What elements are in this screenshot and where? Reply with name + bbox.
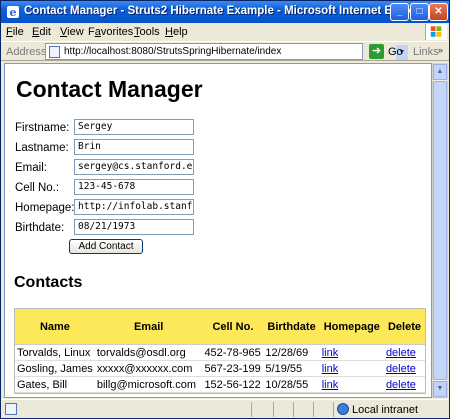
- column-header-name: Name: [15, 309, 95, 345]
- menu-bar: File Edit View Favorites Tools Help: [1, 23, 449, 41]
- table-row: Torvalds, Linux torvalds@osdl.org 452-78…: [15, 345, 425, 361]
- contact-email: billg@microsoft.com: [94, 377, 203, 393]
- menu-edit[interactable]: Edit: [32, 26, 51, 38]
- contact-name: Torvalds, Linux: [15, 345, 95, 361]
- vertical-scrollbar[interactable]: ▲ ▼: [432, 63, 448, 398]
- address-bar: Address http://localhost:8080/StrutsSpri…: [1, 41, 449, 61]
- contact-cell: 452-78-965: [202, 345, 264, 361]
- menu-view[interactable]: View: [60, 26, 84, 38]
- homepage-link[interactable]: link: [322, 363, 339, 375]
- status-divider: [333, 402, 334, 417]
- table-header-row: Name Email Cell No. Birthdate Homepage D…: [15, 309, 425, 345]
- go-arrow-icon[interactable]: ➜: [369, 44, 384, 59]
- address-url[interactable]: http://localhost:8080/StrutsSpringHibern…: [64, 46, 281, 57]
- go-button[interactable]: Go: [388, 46, 403, 58]
- contact-birthdate: 5/19/55: [263, 361, 320, 377]
- contacts-heading: Contacts: [14, 274, 83, 291]
- status-divider: [313, 402, 314, 417]
- intranet-zone-icon: [337, 403, 349, 415]
- homepage-label: Homepage:: [15, 202, 75, 214]
- scroll-up-icon[interactable]: ▲: [433, 64, 447, 80]
- homepage-field[interactable]: http://infolab.stanford.edu/~: [74, 199, 194, 215]
- birthdate-field[interactable]: 08/21/1973: [74, 219, 194, 235]
- browser-window: e Contact Manager - Struts2 Hibernate Ex…: [0, 0, 450, 419]
- page-icon: [49, 46, 60, 58]
- close-button[interactable]: ✕: [429, 3, 448, 21]
- delete-link[interactable]: delete: [386, 347, 416, 359]
- column-header-delete: Delete: [383, 309, 425, 345]
- links-chevron-icon[interactable]: »: [438, 45, 443, 55]
- contact-email: torvalds@osdl.org: [94, 345, 203, 361]
- status-bar: Local intranet: [1, 399, 449, 418]
- status-divider: [273, 402, 274, 417]
- status-divider: [251, 402, 252, 417]
- address-label: Address: [6, 46, 47, 58]
- contacts-table: Name Email Cell No. Birthdate Homepage D…: [14, 308, 426, 394]
- page-done-icon: [5, 403, 17, 415]
- windows-logo-icon: [425, 24, 447, 40]
- contact-name: Gates, Bill: [15, 377, 95, 393]
- page-title: Contact Manager: [16, 76, 203, 102]
- contact-email: xxxxx@xxxxxx.com: [94, 361, 203, 377]
- menu-tools[interactable]: Tools: [134, 26, 160, 38]
- table-row: Gosling, James xxxxx@xxxxxx.com 567-23-1…: [15, 361, 425, 377]
- menu-help[interactable]: Help: [165, 26, 188, 38]
- homepage-cell: link: [319, 345, 384, 361]
- email-label: Email:: [15, 162, 47, 174]
- column-header-email: Email: [94, 309, 203, 345]
- add-contact-button[interactable]: Add Contact: [69, 239, 143, 254]
- internet-explorer-icon: e: [7, 6, 19, 19]
- delete-link[interactable]: delete: [386, 363, 416, 375]
- svg-text:e: e: [10, 6, 17, 19]
- address-input[interactable]: http://localhost:8080/StrutsSpringHibern…: [45, 43, 408, 60]
- homepage-link[interactable]: link: [322, 379, 339, 391]
- status-divider: [293, 402, 294, 417]
- table-row: Gates, Bill billg@microsoft.com 152-56-1…: [15, 377, 425, 393]
- menu-file[interactable]: File: [6, 26, 24, 38]
- contact-cell: 567-23-199: [202, 361, 264, 377]
- contact-birthdate: 12/28/69: [263, 345, 320, 361]
- cell-label: Cell No.:: [15, 182, 60, 194]
- lastname-label: Lastname:: [15, 142, 69, 154]
- window-title: Contact Manager - Struts2 Hibernate Exam…: [24, 5, 432, 17]
- contact-birthdate: 10/28/55: [263, 377, 320, 393]
- page-viewport: Contact Manager Firstname: Sergey Lastna…: [4, 63, 432, 398]
- security-zone-label: Local intranet: [352, 404, 419, 416]
- delete-cell: delete: [383, 377, 425, 393]
- birthdate-label: Birthdate:: [15, 222, 65, 234]
- lastname-field[interactable]: Brin: [74, 139, 194, 155]
- cell-field[interactable]: 123-45-678: [74, 179, 194, 195]
- homepage-cell: link: [319, 361, 384, 377]
- firstname-label: Firstname:: [15, 122, 70, 134]
- column-header-homepage: Homepage: [319, 309, 384, 345]
- menu-favorites[interactable]: Favorites: [88, 26, 133, 38]
- column-header-birthdate: Birthdate: [263, 309, 320, 345]
- title-bar[interactable]: e Contact Manager - Struts2 Hibernate Ex…: [1, 1, 449, 23]
- delete-link[interactable]: delete: [386, 379, 416, 391]
- homepage-cell: link: [319, 377, 384, 393]
- delete-cell: delete: [383, 345, 425, 361]
- scroll-down-icon[interactable]: ▼: [433, 381, 447, 397]
- minimize-button[interactable]: _: [390, 3, 409, 21]
- maximize-button[interactable]: □: [410, 3, 429, 21]
- contact-cell: 152-56-122: [202, 377, 264, 393]
- firstname-field[interactable]: Sergey: [74, 119, 194, 135]
- scroll-thumb[interactable]: [433, 81, 447, 380]
- homepage-link[interactable]: link: [322, 347, 339, 359]
- delete-cell: delete: [383, 361, 425, 377]
- email-field[interactable]: sergey@cs.stanford.edu: [74, 159, 194, 175]
- links-label[interactable]: Links: [413, 46, 439, 58]
- column-header-cell: Cell No.: [202, 309, 264, 345]
- contact-name: Gosling, James: [15, 361, 95, 377]
